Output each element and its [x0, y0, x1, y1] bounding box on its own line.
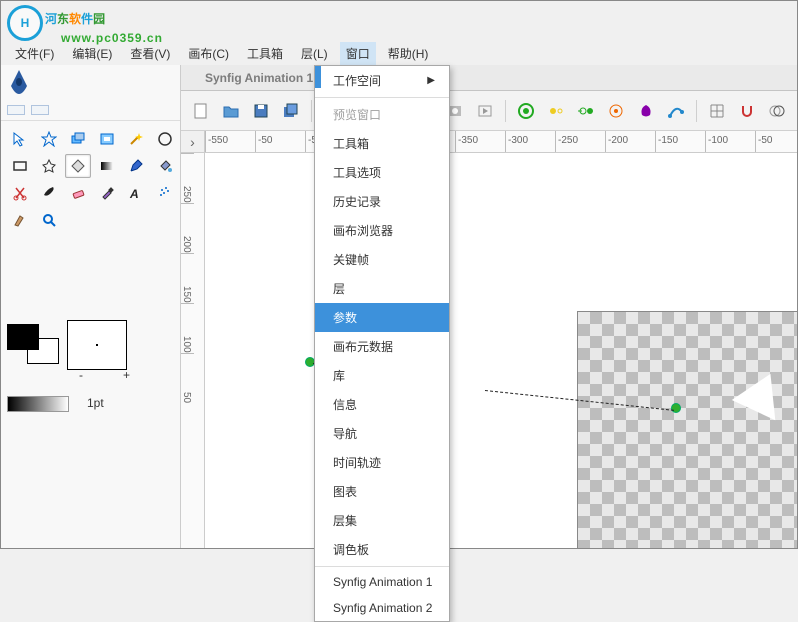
curve-edit-button[interactable]	[662, 97, 690, 125]
tool-circle[interactable]	[152, 127, 178, 151]
tool-pointer[interactable]	[7, 127, 33, 151]
grid-button[interactable]	[703, 97, 731, 125]
brush-size-label: 1pt	[87, 396, 104, 410]
document-toolbar	[181, 91, 797, 131]
menu-help[interactable]: 帮助(H)	[382, 42, 435, 65]
document-area: Synfig Animation 1✕ ion 2✕ › -550-50-500…	[181, 65, 797, 548]
horizontal-ruler: -550-50-500 -450-400-350 -300-250-200 -1…	[205, 131, 797, 153]
svg-text:A: A	[129, 187, 139, 201]
menu-item-doc1[interactable]: Synfig Animation 1	[315, 569, 449, 595]
brush-increase[interactable]: +	[123, 368, 130, 382]
new-button[interactable]	[187, 97, 215, 125]
menu-item-info[interactable]: 信息	[315, 390, 449, 419]
tool-eraser[interactable]	[65, 181, 91, 205]
menu-item-layer[interactable]: 层	[315, 274, 449, 303]
brush-decrease[interactable]: -	[79, 368, 83, 382]
fg-bg-swatch[interactable]	[7, 324, 63, 368]
onion-green-button[interactable]	[512, 97, 540, 125]
menu-item-preview[interactable]: 预览窗口	[315, 100, 449, 129]
tool-star[interactable]	[36, 127, 62, 151]
menu-layer[interactable]: 层(L)	[295, 42, 334, 65]
menu-item-timetrack[interactable]: 时间轨迹	[315, 448, 449, 477]
tool-star2[interactable]	[36, 154, 62, 178]
site-logo: H	[7, 5, 43, 41]
tool-cut[interactable]	[7, 181, 33, 205]
menu-canvas[interactable]: 画布(C)	[182, 42, 235, 65]
onion-skin-button[interactable]	[763, 97, 791, 125]
menu-item-tool-options[interactable]: 工具选项	[315, 158, 449, 187]
tool-spray[interactable]	[152, 181, 178, 205]
menu-item-canvas-browser[interactable]: 画布浏览器	[315, 216, 449, 245]
bezier-node[interactable]	[671, 403, 681, 413]
tool-text[interactable]: A	[123, 181, 149, 205]
tool-panel: A -+ 1pt	[1, 65, 181, 548]
tool-polygon[interactable]	[65, 154, 91, 178]
menu-item-workspace[interactable]: 工作空间▶	[315, 66, 449, 95]
tool-brush[interactable]	[36, 181, 62, 205]
keyframe-lock-button[interactable]	[602, 97, 630, 125]
canvas-content	[577, 311, 797, 548]
save-all-button[interactable]	[277, 97, 305, 125]
menu-item-metadata[interactable]: 画布元数据	[315, 332, 449, 361]
menu-file[interactable]: 文件(F)	[9, 42, 60, 65]
menu-item-chart[interactable]: 图表	[315, 477, 449, 506]
menu-item-nav[interactable]: 导航	[315, 419, 449, 448]
color-swatches: -+	[1, 318, 180, 388]
gradient-preview[interactable]	[7, 396, 69, 412]
ruler-corner[interactable]: ›	[181, 131, 205, 153]
tool-grid: A	[1, 121, 180, 238]
snap-button[interactable]	[733, 97, 761, 125]
menu-item-keyframe[interactable]: 关键帧	[315, 245, 449, 274]
menu-item-toolbox[interactable]: 工具箱	[315, 129, 449, 158]
onion-purple-button[interactable]	[632, 97, 660, 125]
site-url: www.pc0359.cn	[61, 31, 163, 45]
onion-yellow-button[interactable]	[542, 97, 570, 125]
open-button[interactable]	[217, 97, 245, 125]
tool-bucket[interactable]	[152, 154, 178, 178]
keyframe-prev-button[interactable]	[572, 97, 600, 125]
tool-pen[interactable]	[123, 154, 149, 178]
menu-toolbox[interactable]: 工具箱	[241, 42, 289, 65]
menu-item-layerset[interactable]: 层集	[315, 506, 449, 535]
tool-rect[interactable]	[7, 154, 33, 178]
save-button[interactable]	[247, 97, 275, 125]
triangle-shape[interactable]	[732, 364, 792, 421]
tool-layers[interactable]	[65, 127, 91, 151]
menu-item-library[interactable]: 库	[315, 361, 449, 390]
menu-window[interactable]: 窗口	[340, 42, 376, 65]
vertical-ruler: 250200150 10050	[181, 153, 205, 548]
canvas[interactable]	[205, 153, 797, 548]
preview-button[interactable]	[471, 97, 499, 125]
window-menu-dropdown: 工作空间▶ 预览窗口 工具箱 工具选项 历史记录 画布浏览器 关键帧 层 参数 …	[314, 65, 450, 622]
brush-preview[interactable]	[67, 320, 127, 370]
menu-item-doc2[interactable]: Synfig Animation 2	[315, 595, 449, 621]
tool-panel-header	[1, 65, 180, 99]
tool-panel-shelf	[1, 99, 180, 121]
menu-item-history[interactable]: 历史记录	[315, 187, 449, 216]
site-name: 河东软件园	[45, 3, 105, 29]
tool-paint[interactable]	[7, 208, 33, 232]
menu-item-palette[interactable]: 调色板	[315, 535, 449, 564]
document-tabs: Synfig Animation 1✕ ion 2✕	[181, 65, 797, 91]
synfig-logo-icon	[7, 68, 31, 96]
tool-zoom[interactable]	[36, 208, 62, 232]
menu-item-params[interactable]: 参数	[315, 303, 449, 332]
tool-gradient[interactable]	[94, 154, 120, 178]
tool-mask[interactable]	[94, 127, 120, 151]
tool-magic[interactable]	[123, 127, 149, 151]
tool-eyedrop[interactable]	[94, 181, 120, 205]
submenu-arrow-icon: ▶	[427, 75, 435, 86]
